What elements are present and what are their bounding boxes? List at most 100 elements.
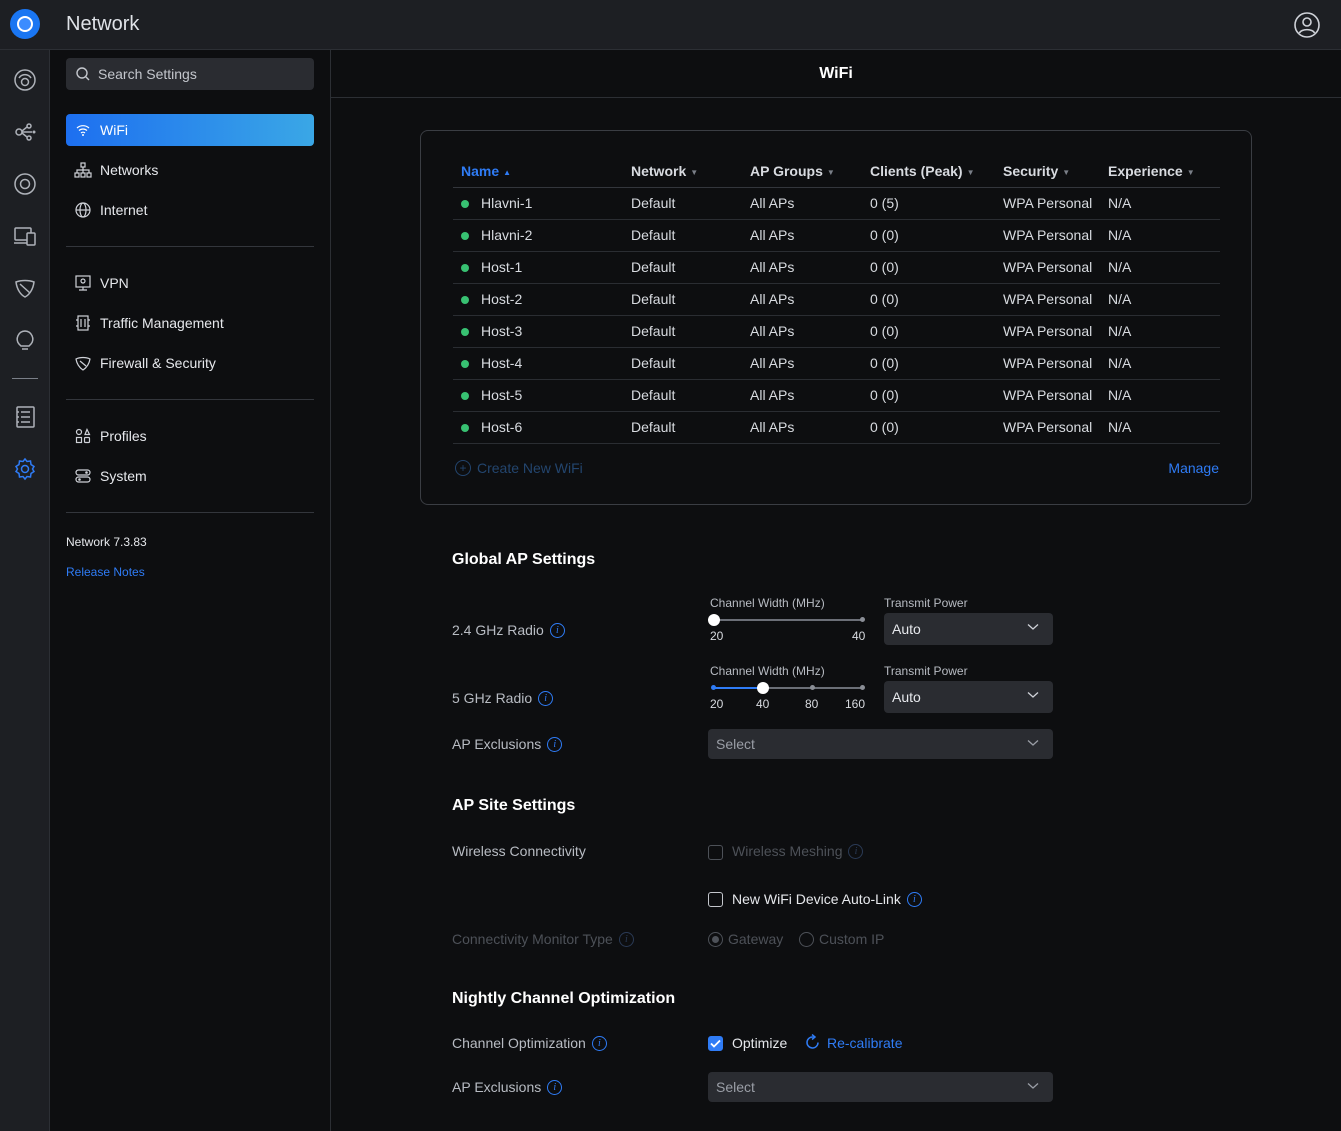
radio-24-label: 2.4 GHz Radio i [452, 622, 565, 638]
info-icon[interactable]: i [547, 1079, 563, 1095]
logs-icon[interactable] [12, 404, 38, 430]
info-icon[interactable]: i [549, 622, 565, 638]
ap-exclusions-select[interactable]: Select [708, 729, 1053, 759]
insights-icon[interactable] [12, 275, 38, 301]
table-cell: Default [623, 315, 742, 348]
sidebar-item-internet[interactable]: Internet [66, 194, 314, 226]
column-header-security[interactable]: Security ▼ [995, 155, 1100, 188]
transmit-power-select-24[interactable]: Auto [884, 613, 1053, 645]
sidebar-item-system[interactable]: System [66, 460, 314, 492]
plus-circle-icon: + [455, 460, 471, 476]
sidebar-item-networks[interactable]: Networks [66, 154, 314, 186]
column-header-clients[interactable]: Clients (Peak) ▼ [862, 155, 995, 188]
slider-handle[interactable] [708, 614, 720, 626]
alerts-icon[interactable] [12, 327, 38, 353]
table-cell: All APs [742, 315, 862, 348]
table-cell: Default [623, 347, 742, 380]
table-cell: Default [623, 187, 742, 220]
create-new-wifi-button[interactable]: + Create New WiFi [455, 460, 583, 476]
devices-icon[interactable] [12, 171, 38, 197]
status-dot [461, 296, 469, 305]
info-icon[interactable]: i [618, 931, 634, 947]
info-icon[interactable]: i [538, 690, 554, 706]
sidebar-item-vpn[interactable]: VPN [66, 267, 314, 299]
app-title: Network [66, 13, 140, 35]
table-row[interactable]: Host-1 Default All APs 0 (0) WPA Personal N/A [453, 251, 1220, 284]
table-row[interactable]: Host-5 Default All APs 0 (0) WPA Personal N/A [453, 379, 1220, 412]
sidebar-item-label: WiFi [100, 122, 128, 138]
nightly-ap-exclusions-label: AP Exclusions i [452, 1079, 563, 1095]
info-icon[interactable]: i [906, 891, 922, 907]
table-row[interactable]: Hlavni-1 Default All APs 0 (5) WPA Personal N… [453, 187, 1220, 220]
wireless-connectivity-label: Wireless Connectivity [452, 843, 586, 859]
nightly-ap-exclusions-select[interactable]: Select [708, 1072, 1053, 1102]
table-row[interactable]: Host-3 Default All APs 0 (0) WPA Personal N/A [453, 315, 1220, 348]
sidebar-item-traffic-management[interactable]: Traffic Management [66, 307, 314, 339]
search-box[interactable] [66, 58, 314, 90]
transmit-power-select-5[interactable]: Auto [884, 681, 1053, 713]
settings-sidebar: WiFi Networks Internet VPN Traffic Manag… [50, 50, 331, 1131]
chevron-down-icon [1027, 1083, 1039, 1089]
info-icon[interactable]: i [848, 843, 864, 859]
transmit-power-caption: Transmit Power [884, 664, 968, 678]
table-row[interactable]: Host-4 Default All APs 0 (0) WPA Personal N/A [453, 347, 1220, 380]
traffic-icon [74, 314, 92, 332]
slider-tick [860, 617, 865, 622]
sidebar-item-profiles[interactable]: Profiles [66, 420, 314, 452]
column-header-network[interactable]: Network ▼ [623, 155, 742, 188]
connectivity-monitor-label: Connectivity Monitor Type i [452, 931, 634, 947]
wifi-name-cell: Host-2 [453, 283, 623, 316]
optimize-checkbox[interactable] [708, 1036, 723, 1051]
column-header-ap-groups[interactable]: AP Groups ▼ [742, 155, 862, 188]
table-cell: 0 (5) [862, 187, 995, 220]
section-title-nightly: Nightly Channel Optimization [452, 990, 676, 1007]
status-dot [461, 264, 469, 273]
top-bar: Network [0, 0, 1341, 50]
table-cell: N/A [1100, 379, 1220, 412]
radio-5-label: 5 GHz Radio i [452, 690, 554, 706]
channel-width-caption: Channel Width (MHz) [710, 596, 825, 610]
info-icon[interactable]: i [591, 1035, 607, 1051]
channel-width-slider-24[interactable] [714, 619, 862, 621]
clients-icon[interactable] [12, 223, 38, 249]
monitor-custom-ip-label: Custom IP [819, 931, 885, 947]
slider-tick-label: 40 [852, 629, 866, 643]
settings-icon[interactable] [12, 456, 38, 482]
topology-icon[interactable] [12, 119, 38, 145]
slider-handle[interactable] [757, 682, 769, 694]
dashboard-icon[interactable] [12, 67, 38, 93]
table-cell: Default [623, 251, 742, 284]
table-row[interactable]: Host-2 Default All APs 0 (0) WPA Personal N/A [453, 283, 1220, 316]
release-notes-link[interactable]: Release Notes [66, 565, 145, 579]
recalibrate-button[interactable]: Re-calibrate [804, 1034, 902, 1051]
auto-link-checkbox[interactable] [708, 892, 723, 907]
column-header-experience[interactable]: Experience ▼ [1100, 155, 1220, 188]
search-icon [76, 67, 90, 81]
table-cell: N/A [1100, 411, 1220, 444]
sidebar-item-wifi[interactable]: WiFi [66, 114, 314, 146]
monitor-gateway-radio[interactable] [708, 932, 723, 947]
info-icon[interactable]: i [547, 736, 563, 752]
table-row[interactable]: Hlavni-2 Default All APs 0 (0) WPA Personal N… [453, 219, 1220, 252]
user-account-icon[interactable] [1294, 12, 1320, 38]
manage-link[interactable]: Manage [1168, 460, 1219, 476]
table-row[interactable]: Host-6 Default All APs 0 (0) WPA Personal N/A [453, 411, 1220, 444]
table-cell: Default [623, 219, 742, 252]
wifi-name-cell: Hlavni-2 [453, 219, 623, 252]
table-cell: WPA Personal [995, 411, 1100, 444]
ubiquiti-logo-icon[interactable] [10, 9, 40, 39]
sidebar-item-label: Profiles [100, 428, 147, 444]
table-cell: Default [623, 283, 742, 316]
sidebar-divider [66, 512, 314, 513]
wireless-meshing-checkbox[interactable] [708, 845, 723, 860]
app-version: Network 7.3.83 [66, 535, 147, 549]
search-input[interactable] [98, 66, 298, 82]
channel-width-caption: Channel Width (MHz) [710, 664, 825, 678]
sort-caret-icon: ▼ [1186, 167, 1195, 177]
monitor-custom-ip-radio[interactable] [799, 932, 814, 947]
chevron-down-icon [1027, 624, 1039, 630]
chevron-down-icon [1027, 692, 1039, 698]
sidebar-item-firewall-security[interactable]: Firewall & Security [66, 347, 314, 379]
column-header-name[interactable]: Name ▲ [453, 155, 623, 188]
table-cell: All APs [742, 251, 862, 284]
